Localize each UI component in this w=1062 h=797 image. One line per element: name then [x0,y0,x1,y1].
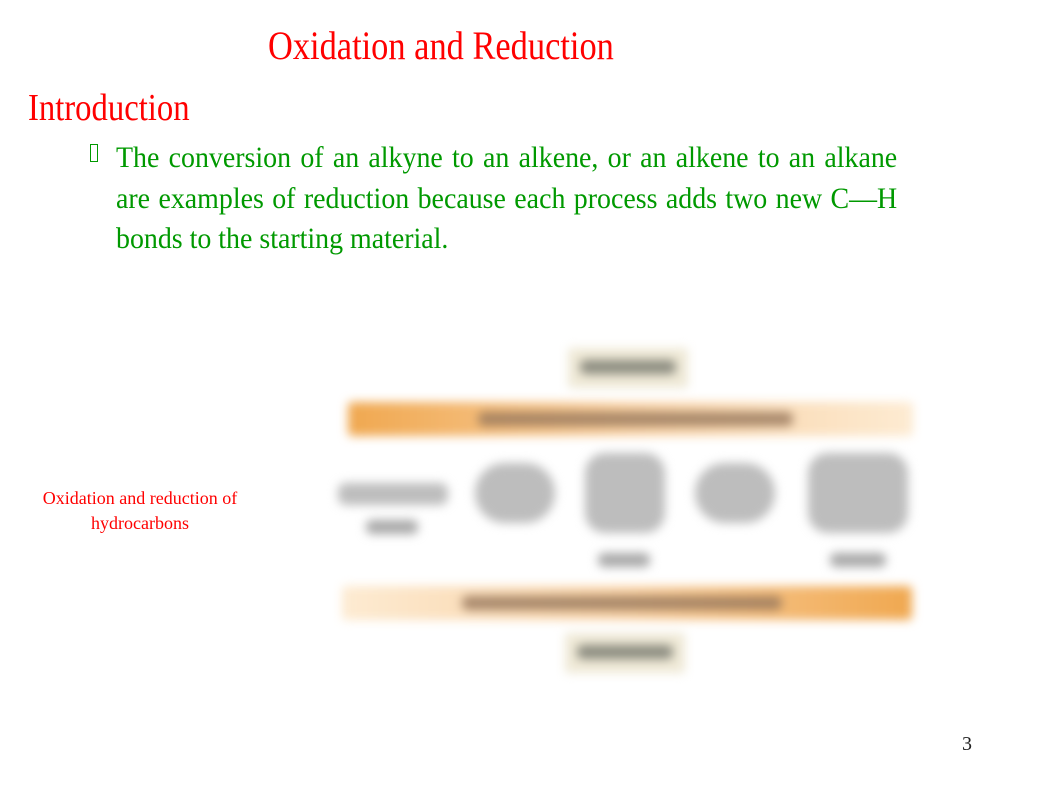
slide-title: Oxidation and Reduction [268,23,614,68]
alkene-label [598,553,650,567]
oxidation-label-box [568,348,688,388]
reagent-1 [475,463,555,523]
reduction-arrow [342,586,912,620]
section-heading: Introduction [28,87,190,129]
page-number: 3 [962,733,972,755]
alkene-structure [585,453,665,533]
alkyne-label [366,520,418,534]
alkane-label [830,553,886,567]
oxidation-arrow [348,402,913,436]
reduction-label-box [565,633,685,673]
hydrocarbon-redox-diagram [330,338,930,688]
bullet-item: The conversion of an alkyne to an alkene… [88,138,898,260]
alkane-structure [808,453,908,533]
figure-caption: Oxidation and reduction of hydrocarbons [42,488,238,533]
alkyne-structure [338,483,448,505]
bullet-text: The conversion of an alkyne to an alkene… [116,141,898,255]
bullet-icon [90,144,98,162]
reagent-2 [695,463,775,523]
